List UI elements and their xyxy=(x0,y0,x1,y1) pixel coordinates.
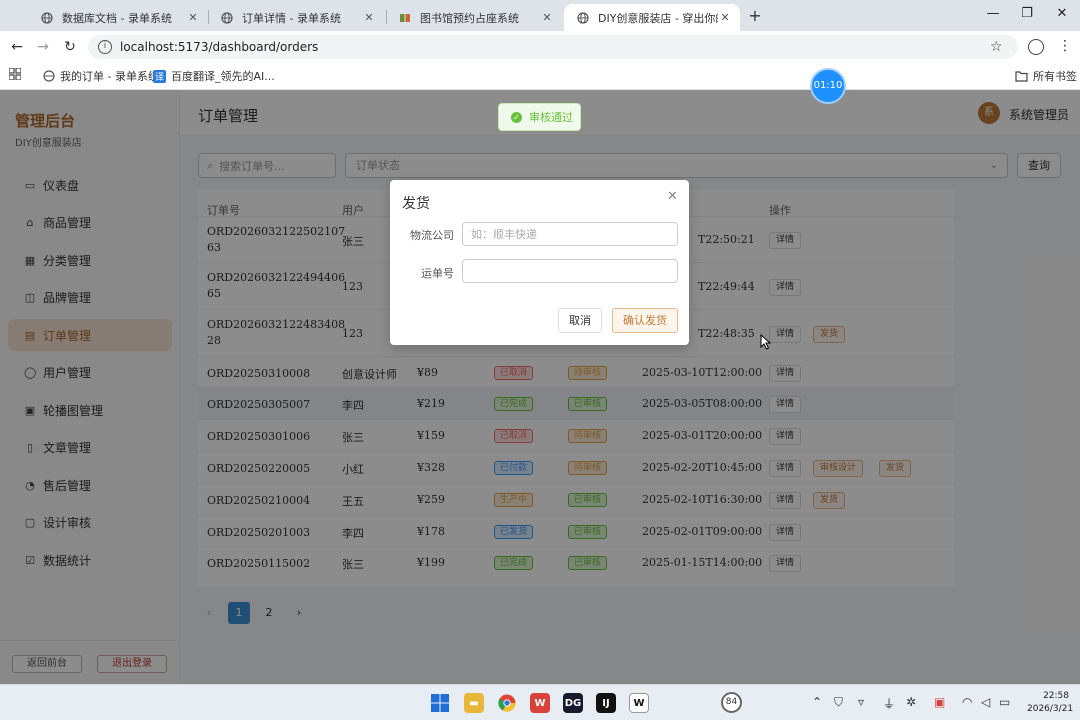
success-toast: ✓ 审核通过 xyxy=(498,103,581,131)
bookmark-item[interactable]: 我的订单 - 录单系统 xyxy=(42,68,159,84)
clock-date: 2026/3/21 xyxy=(1027,704,1074,714)
notification-badge[interactable]: 84 xyxy=(721,692,742,713)
globe-icon xyxy=(576,11,590,25)
reload-icon[interactable]: ↻ xyxy=(61,38,79,56)
all-bookmarks-button[interactable]: 所有书签 xyxy=(1015,68,1077,84)
forward-arrow-icon[interactable]: → xyxy=(34,38,52,56)
company-label: 物流公司 xyxy=(410,229,454,242)
cancel-button[interactable]: 取消 xyxy=(558,308,602,333)
mouse-cursor-icon xyxy=(760,333,772,354)
wifi-icon[interactable]: ◠ xyxy=(962,695,972,709)
bookmark-label: 百度翻译_领先的AI... xyxy=(171,70,275,83)
bookmarks-bar: 我的订单 - 录单系统 译 百度翻译_领先的AI... 所有书签 xyxy=(0,63,1080,90)
tab-close-icon[interactable]: ✕ xyxy=(718,11,732,24)
windows-taskbar: ▬ W DG IJ W 84 ⌃ ⛉ ▿ ⏚ ✲ ▣ ◠ ◁ ▭ 22:58 2… xyxy=(0,684,1080,720)
webstorm-icon[interactable]: W xyxy=(629,693,649,713)
browser-tab[interactable]: 数据库文档 - 录单系统 ✕ xyxy=(28,4,208,31)
browser-tab[interactable]: 订单详情 - 录单系统 ✕ xyxy=(208,4,384,31)
new-tab-button[interactable]: + xyxy=(746,6,764,25)
microphone-icon[interactable]: ⏚ xyxy=(883,695,895,712)
system-clock[interactable]: 22:58 2026/3/21 xyxy=(1027,690,1074,716)
close-icon[interactable]: ✕ xyxy=(667,189,678,204)
bookmark-star-icon[interactable]: ☆ xyxy=(990,39,1003,55)
bluetooth-icon[interactable]: ✲ xyxy=(906,695,916,709)
url-text: localhost:5173/dashboard/orders xyxy=(120,40,319,54)
tab-close-icon[interactable]: ✕ xyxy=(186,11,200,24)
book-icon xyxy=(398,11,412,25)
info-icon[interactable]: i xyxy=(98,40,112,54)
bookmark-label: 我的订单 - 录单系统 xyxy=(60,70,159,83)
shield-icon[interactable]: ⛉ xyxy=(834,695,843,710)
check-circle-icon: ✓ xyxy=(511,111,522,123)
app-tray-icon[interactable]: ▣ xyxy=(934,695,945,709)
timer-badge[interactable]: 01:10 xyxy=(810,68,846,104)
globe-icon xyxy=(42,70,55,83)
address-bar: ← → ↻ i localhost:5173/dashboard/orders … xyxy=(0,31,1080,63)
ship-dialog: 发货 ✕ 物流公司 运单号 取消 确认发货 xyxy=(390,180,689,345)
battery-icon[interactable]: ▭ xyxy=(999,695,1010,709)
datagrip-icon[interactable]: DG xyxy=(563,693,583,713)
browser-tab-bar: 数据库文档 - 录单系统 ✕ 订单详情 - 录单系统 ✕ 图书馆预约占座系统 ✕… xyxy=(0,0,1080,31)
folder-icon xyxy=(1015,70,1028,83)
tab-close-icon[interactable]: ✕ xyxy=(362,11,376,24)
more-menu-icon[interactable]: ⋮ xyxy=(1058,38,1072,54)
globe-icon xyxy=(220,11,234,25)
back-arrow-icon[interactable]: ← xyxy=(8,38,26,56)
browser-tab-active[interactable]: DIY创意服装店 - 穿出你的故事 ✕ xyxy=(564,4,740,31)
translate-icon: 译 xyxy=(153,69,166,83)
toast-text: 审核通过 xyxy=(529,111,573,124)
all-bookmarks-label: 所有书签 xyxy=(1033,70,1077,83)
windows-start-icon[interactable] xyxy=(430,693,450,713)
minimize-icon[interactable]: — xyxy=(983,6,1003,21)
bookmark-item[interactable]: 译 百度翻译_领先的AI... xyxy=(153,68,275,84)
vpn-icon[interactable]: ▿ xyxy=(858,695,864,709)
speaker-icon[interactable]: ◁ xyxy=(981,695,990,709)
tab-label: DIY创意服装店 - 穿出你的故事 xyxy=(598,11,718,25)
wps-icon[interactable]: W xyxy=(530,693,550,713)
dialog-title: 发货 xyxy=(402,196,430,212)
clock-time: 22:58 xyxy=(1043,691,1069,701)
profile-icon[interactable] xyxy=(1028,39,1044,55)
confirm-ship-button[interactable]: 确认发货 xyxy=(612,308,678,333)
globe-icon xyxy=(40,11,54,25)
tab-label: 图书馆预约占座系统 xyxy=(420,11,519,25)
file-explorer-icon[interactable]: ▬ xyxy=(464,693,484,713)
chevron-up-icon[interactable]: ⌃ xyxy=(812,695,822,709)
restore-icon[interactable]: ❐ xyxy=(1017,6,1037,21)
chrome-icon[interactable] xyxy=(497,693,517,713)
browser-tab[interactable]: 图书馆预约占座系统 ✕ xyxy=(386,4,562,31)
tab-label: 数据库文档 - 录单系统 xyxy=(62,11,172,25)
tab-label: 订单详情 - 录单系统 xyxy=(242,11,341,25)
window-close-icon[interactable]: ✕ xyxy=(1052,6,1072,21)
url-field[interactable]: i localhost:5173/dashboard/orders xyxy=(88,35,1018,59)
intellij-icon[interactable]: IJ xyxy=(596,693,616,713)
tracking-label: 运单号 xyxy=(421,267,454,280)
tracking-number-input[interactable] xyxy=(462,259,678,283)
tab-close-icon[interactable]: ✕ xyxy=(540,11,554,24)
apps-grid-icon[interactable] xyxy=(9,68,21,80)
logistics-company-input[interactable] xyxy=(462,222,678,246)
